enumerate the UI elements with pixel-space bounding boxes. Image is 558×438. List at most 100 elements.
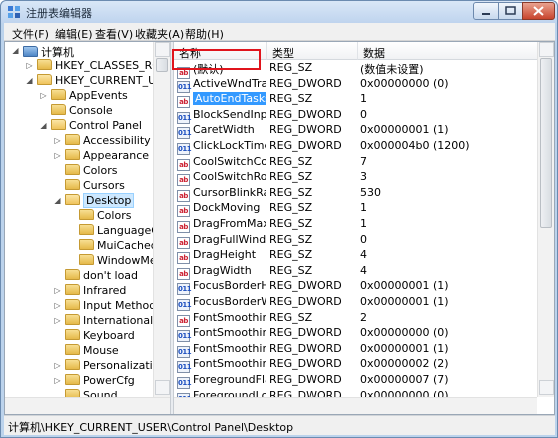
folder-icon	[37, 59, 52, 70]
scroll-down-arrow[interactable]	[155, 380, 170, 395]
column-header-data[interactable]: 数据	[358, 42, 554, 60]
value-name: BlockSendInpu...	[193, 107, 266, 121]
scroll-up-arrow[interactable]	[539, 42, 554, 57]
column-header-type[interactable]: 类型	[267, 42, 358, 60]
expand-arrow-icon[interactable]: ▷	[53, 317, 62, 326]
value-row[interactable]: ab AutoEndTasks REG_SZ 1	[174, 92, 538, 109]
value-name: FontSmoothin...	[193, 357, 266, 371]
menu-view[interactable]: 查看(V)	[95, 26, 133, 42]
value-name: DragHeight	[193, 248, 257, 262]
list-horizontal-scrollbar[interactable]	[174, 397, 537, 414]
value-row[interactable]: ab DockMoving REG_SZ 1	[174, 201, 538, 218]
string-value-icon: ab	[177, 314, 190, 327]
value-type: REG_SZ	[269, 310, 313, 324]
value-row[interactable]: abDragFromMaxi...REG_SZ 1	[174, 217, 538, 233]
expand-arrow-icon[interactable]: ▷	[53, 287, 62, 296]
value-type: REG_DWORD	[269, 357, 342, 371]
string-value-icon: ab	[177, 96, 190, 109]
value-row[interactable]: 011FocusBorderW...REG_DWORD 0x00000001 (1…	[174, 295, 538, 311]
value-row[interactable]: 011FontSmoothin...REG_DWORD 0x00000000 (0…	[174, 326, 538, 343]
expand-arrow-icon[interactable]: ▷	[53, 302, 62, 311]
value-data: 3	[360, 170, 367, 184]
expand-arrow-icon[interactable]: ▷	[53, 362, 62, 371]
scroll-thumb[interactable]	[156, 58, 168, 72]
value-type: REG_SZ	[269, 248, 313, 262]
value-type: REG_DWORD	[269, 76, 342, 90]
value-row[interactable]: 011FontSmoothin...REG_DWORD 0x00000002 (2…	[174, 357, 538, 374]
value-data: 0x00000002 (2)	[360, 357, 449, 371]
value-row[interactable]: 011BlockSendInpu...REG_DWORD 0	[174, 107, 538, 124]
value-row[interactable]: ab DragWidth REG_SZ 4	[174, 264, 538, 280]
value-name: CaretWidth	[193, 123, 255, 137]
string-value-icon: ab	[177, 252, 190, 265]
minimize-button[interactable]	[473, 2, 499, 20]
folder-icon	[65, 299, 80, 310]
collapse-arrow-icon[interactable]: ◢	[25, 77, 34, 86]
close-button[interactable]	[522, 2, 555, 20]
expand-arrow-icon[interactable]: ▷	[53, 152, 62, 161]
scroll-up-arrow[interactable]	[155, 42, 170, 57]
expand-arrow-icon[interactable]: ▷	[25, 62, 34, 71]
value-name: DockMoving	[193, 201, 261, 215]
value-row[interactable]: 011FocusBorderH...REG_DWORD 0x00000001 (1…	[174, 279, 538, 296]
tree-node-label: AppEvents	[69, 89, 128, 102]
window-title: 注册表编辑器	[26, 7, 92, 20]
expand-arrow-icon[interactable]: ▷	[39, 92, 48, 101]
value-name: FontSmoothing	[193, 310, 266, 324]
value-row[interactable]: abCoolSwitchRowsREG_SZ 3	[174, 170, 538, 187]
scroll-down-arrow[interactable]	[539, 380, 554, 395]
folder-icon	[65, 359, 80, 370]
value-row[interactable]: 011ForegroundFla...REG_DWORD 0x00000007 (…	[174, 373, 538, 389]
tree-node-label: Control Panel	[69, 119, 142, 132]
folder-icon	[79, 254, 94, 265]
value-row[interactable]: 011 CaretWidth REG_DWORD 0x00000001 (1)	[174, 123, 538, 140]
string-value-icon: ab	[177, 174, 190, 187]
tree-horizontal-scrollbar[interactable]	[5, 397, 170, 414]
binary-value-icon: 011	[177, 283, 192, 296]
value-row[interactable]: 011 ClickLockTime REG_DWORD 0x000004b0 (120…	[174, 139, 538, 155]
value-data: 0x00000001 (1)	[360, 295, 449, 308]
expand-arrow-icon[interactable]: ▷	[53, 377, 62, 386]
value-type: REG_DWORD	[269, 373, 342, 386]
collapse-arrow-icon[interactable]: ◢	[39, 122, 48, 131]
value-row[interactable]: 011ActiveWndTrac...REG_DWORD 0x00000000 (…	[174, 76, 538, 93]
computer-icon	[23, 46, 38, 57]
value-name: AutoEndTasks	[193, 92, 266, 106]
collapse-arrow-icon[interactable]: ◢	[53, 197, 62, 206]
folder-icon	[65, 284, 80, 295]
menu-edit[interactable]: 编辑(E)	[55, 26, 93, 42]
menu-file[interactable]: 文件(F)	[12, 26, 49, 42]
tree-node-label: Console	[69, 104, 113, 117]
value-row[interactable]: ab (默认) REG_SZ (数值未设置)	[174, 61, 538, 79]
value-type: REG_SZ	[269, 232, 313, 246]
list-vertical-scrollbar[interactable]	[537, 42, 554, 397]
value-type: REG_DWORD	[269, 326, 342, 340]
title-bar[interactable]: 注册表编辑器	[1, 1, 557, 23]
value-data: 2	[360, 310, 367, 324]
value-row[interactable]: abCoolSwitchCol...REG_SZ 7	[174, 155, 538, 171]
column-header-name[interactable]: 名称	[174, 42, 267, 60]
folder-icon	[65, 149, 80, 160]
string-value-icon: ab	[177, 236, 190, 249]
tree-node-label: Keyboard	[83, 329, 135, 342]
status-path: 计算机\HKEY_CURRENT_USER\Control Panel\Desk…	[8, 421, 294, 434]
scroll-thumb[interactable]	[540, 58, 552, 228]
registry-tree[interactable]: ◢ 计算机 ▷ HKEY_CLASSES_ROOT ◢ HKEY_CURRENT_USER…	[5, 42, 170, 414]
value-row[interactable]: abDragFullWindo...REG_SZ 0	[174, 232, 538, 249]
expand-arrow-icon[interactable]: ▷	[53, 137, 62, 146]
menu-favorites[interactable]: 收藏夹(A)	[135, 26, 184, 42]
menu-help[interactable]: 帮助(H)	[185, 26, 224, 42]
collapse-arrow-icon[interactable]: ◢	[11, 47, 20, 56]
maximize-button[interactable]	[498, 2, 523, 20]
value-name: FocusBorderW...	[193, 295, 266, 308]
value-row[interactable]: ab DragHeight REG_SZ 4	[174, 248, 538, 265]
values-list[interactable]: 名称 类型 数据 ab (默认) REG_SZ (数值未设置) 011 ActiveWnd…	[174, 42, 554, 414]
value-row[interactable]: 011FontSmoothin...REG_DWORD 0x00000001 (1…	[174, 341, 538, 358]
value-name: FontSmoothin...	[193, 341, 266, 355]
folder-icon	[65, 344, 80, 355]
string-value-icon: ab	[177, 221, 190, 233]
value-data: 0	[360, 232, 367, 246]
value-row[interactable]: abCursorBlinkRateREG_SZ 530	[174, 186, 538, 202]
value-row[interactable]: abFontSmoothingREG_SZ 2	[174, 310, 538, 327]
tree-vertical-scrollbar[interactable]	[153, 42, 170, 397]
